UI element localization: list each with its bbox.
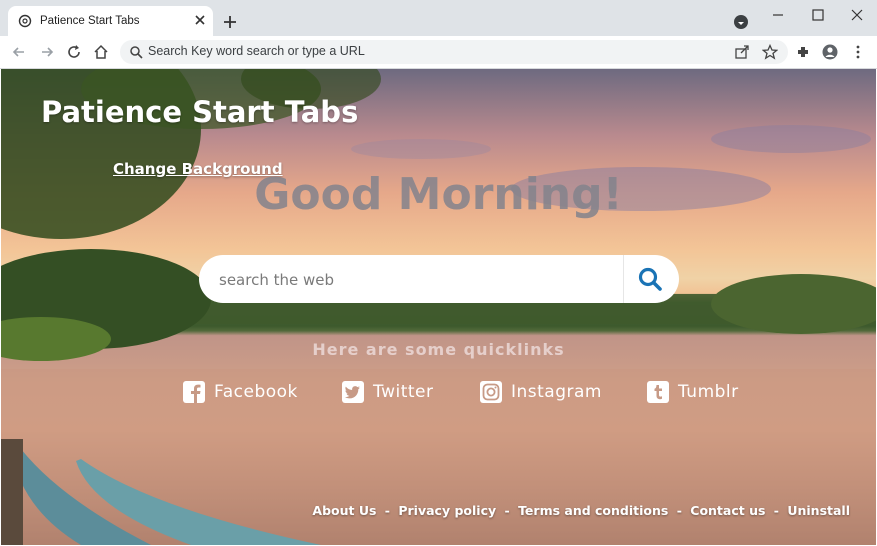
privacy-policy-link[interactable]: Privacy policy [398,503,496,518]
tumblr-icon [647,381,669,403]
quicklink-label: Twitter [373,382,434,402]
bookmark-star-icon[interactable] [762,44,778,60]
new-tab-icon[interactable] [222,14,238,30]
minimize-icon[interactable] [767,6,789,24]
tab-bar: Patience Start Tabs [0,0,877,36]
tab-search-button[interactable] [734,15,748,29]
forward-icon[interactable] [39,44,55,60]
browser-tab[interactable]: Patience Start Tabs [8,6,213,36]
instagram-icon [480,381,502,403]
quicklinks-title: Here are some quicklinks [312,340,565,359]
browser-toolbar: Search Key word search or type a URL [0,36,877,69]
web-search-box [199,255,679,303]
close-tab-icon[interactable] [193,13,207,27]
quicklink-label: Tumblr [678,382,739,402]
about-us-link[interactable]: About Us [312,503,376,518]
uninstall-link[interactable]: Uninstall [787,503,850,518]
extensions-icon[interactable] [795,44,811,60]
chevron-down-icon [738,22,744,25]
quicklink-tumblr[interactable]: Tumblr [647,380,739,404]
share-icon[interactable] [734,44,750,60]
search-divider [623,255,624,303]
web-search-input[interactable] [217,267,601,293]
footer-separator: - [384,503,390,518]
maximize-icon[interactable] [807,6,829,24]
quicklink-label: Instagram [511,382,602,402]
address-bar[interactable]: Search Key word search or type a URL [120,40,788,64]
terms-link[interactable]: Terms and conditions [518,503,668,518]
menu-kebab-icon[interactable] [850,44,866,60]
close-window-icon[interactable] [846,6,868,24]
facebook-icon [183,381,205,403]
twitter-icon [342,381,364,403]
footer-separator: - [676,503,682,518]
footer-separator: - [773,503,779,518]
new-tab-page: Patience Start Tabs Change Background Go… [1,69,876,545]
profile-avatar-icon[interactable] [822,44,838,60]
greeting-text: Good Morning! [254,169,623,220]
search-icon[interactable] [637,266,663,292]
brand-title: Patience Start Tabs [41,95,359,129]
search-icon [130,46,143,59]
quicklink-facebook[interactable]: Facebook [183,380,298,404]
tab-favicon-icon [18,14,32,28]
quicklink-twitter[interactable]: Twitter [342,380,433,404]
contact-us-link[interactable]: Contact us [690,503,765,518]
address-placeholder: Search Key word search or type a URL [148,44,365,58]
tab-title: Patience Start Tabs [40,15,140,27]
reload-icon[interactable] [66,44,82,60]
footer-links: About Us - Privacy policy - Terms and co… [312,503,850,518]
quicklink-instagram[interactable]: Instagram [480,380,602,404]
back-icon[interactable] [11,44,27,60]
footer-separator: - [504,503,510,518]
quicklink-label: Facebook [214,382,298,402]
background-image [1,69,876,545]
home-icon[interactable] [93,44,109,60]
